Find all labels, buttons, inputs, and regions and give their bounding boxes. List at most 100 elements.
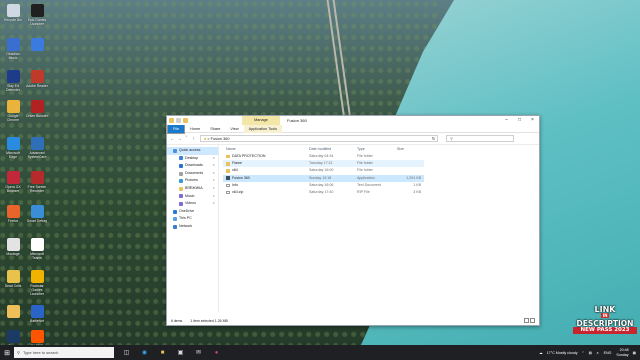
column-date[interactable]: Date modified: [309, 145, 357, 153]
desktop-icon[interactable]: Microsoft Teams: [26, 238, 48, 260]
title-bar[interactable]: Manage Fusion 360 – □ ×: [167, 116, 539, 125]
nav-item[interactable]: Music ✶: [167, 193, 218, 201]
desktop-icon-label: Opera GX Browser: [5, 185, 21, 193]
nav-item[interactable]: Quick access: [167, 147, 218, 155]
volume-icon[interactable]: ♬: [596, 351, 600, 355]
watermark-link: LINK: [594, 305, 616, 314]
nav-item[interactable]: OneDrive: [167, 208, 218, 216]
desktop-icon[interactable]: Free Screen Recorder: [26, 171, 48, 193]
desktop-icon[interactable]: Opera GX Browser: [2, 171, 24, 193]
store-icon[interactable]: ▣: [175, 347, 186, 358]
mail-icon[interactable]: ✉: [193, 347, 204, 358]
up-icon[interactable]: ↑: [190, 136, 197, 142]
tray-chevron-icon[interactable]: ⌃: [582, 351, 585, 355]
nav-item[interactable]: Desktop ✶: [167, 155, 218, 163]
column-size[interactable]: Size: [397, 145, 421, 153]
file-row[interactable]: Info Saturday 16:06 Text Document 1 KB: [223, 182, 424, 189]
pin-icon[interactable]: ✶: [212, 193, 215, 201]
desktop-icon[interactable]: Firefox: [2, 205, 24, 223]
forward-icon[interactable]: →: [176, 136, 183, 142]
close-icon[interactable]: ×: [526, 116, 539, 125]
app-icon[interactable]: ●: [211, 347, 222, 358]
desktop-icon[interactable]: Driver Booster: [26, 100, 48, 118]
desktop-icon[interactable]: Adobe Reader: [26, 70, 48, 88]
app-icon: [6, 137, 20, 150]
folder-icon: [169, 118, 174, 123]
pin-icon[interactable]: ✶: [212, 200, 215, 208]
tab-file[interactable]: File: [167, 123, 186, 134]
weather-text[interactable]: 17°C Mostly cloudy: [547, 351, 578, 355]
search-input[interactable]: ⚲: [446, 135, 514, 142]
pin-icon[interactable]: ✶: [212, 177, 215, 185]
minimize-icon[interactable]: –: [500, 116, 513, 125]
large-icons-view-icon[interactable]: [530, 318, 535, 323]
desktop-icon[interactable]: Smart Defrag: [26, 205, 48, 223]
tab-application-tools[interactable]: Application Tools: [243, 124, 283, 133]
desktop-icon[interactable]: [26, 38, 48, 52]
desktop-icon[interactable]: Advanced SystemCare: [26, 137, 48, 159]
task-view-icon[interactable]: ◫: [121, 347, 132, 358]
nav-item-icon: [179, 179, 183, 184]
system-tray: ☁ 17°C Mostly cloudy ⌃ ▤ ♬ ENG 20:48 Sun…: [535, 348, 640, 356]
desktop-icon-label: Free Screen Recorder: [27, 185, 47, 193]
file-row[interactable]: Flame Tuesday 17:21 File folder: [223, 160, 424, 168]
back-icon[interactable]: ←: [169, 136, 176, 142]
file-rows: DATA PROTECTION Saturday 04:34 File folder…: [223, 153, 539, 196]
nav-item[interactable]: Downloads ✶: [167, 162, 218, 170]
breadcrumb-current[interactable]: Fusion 360: [211, 137, 230, 141]
maximize-icon[interactable]: □: [513, 116, 526, 125]
edge-icon[interactable]: ◉: [139, 347, 150, 358]
column-name[interactable]: Name: [223, 145, 309, 153]
pin-icon[interactable]: ✶: [212, 155, 215, 163]
pin-icon[interactable]: ✶: [212, 185, 215, 193]
taskbar-search[interactable]: ⚲ Type here to search: [14, 347, 114, 358]
clock[interactable]: 20:48 Sunday: [616, 348, 628, 356]
new-folder-icon[interactable]: [183, 118, 188, 123]
desktop-icon-label: Epic Games Launcher: [27, 18, 47, 26]
address-bar[interactable]: ■ > Fusion 360 ↻: [200, 135, 438, 142]
nav-item[interactable]: Videos ✶: [167, 200, 218, 208]
nav-item[interactable]: Network: [167, 223, 218, 231]
nav-item[interactable]: Pictures ✶: [167, 177, 218, 185]
nav-item[interactable]: This PC: [167, 215, 218, 223]
properties-icon[interactable]: [176, 118, 181, 123]
nav-item[interactable]: ВЯЁЖИКА ✶: [167, 185, 218, 193]
desktop-icon[interactable]: BattleNet: [26, 305, 48, 323]
desktop-icon[interactable]: Dead Cells: [2, 270, 24, 288]
weather-icon[interactable]: ☁: [539, 351, 543, 355]
network-icon[interactable]: ▤: [589, 351, 592, 355]
tab-view[interactable]: View: [225, 125, 243, 133]
desktop-icon[interactable]: Recycle Bin: [2, 4, 24, 22]
start-icon[interactable]: ⊞: [0, 349, 14, 357]
tab-share[interactable]: Share: [205, 125, 225, 133]
language-indicator[interactable]: ENG: [604, 351, 612, 355]
column-type[interactable]: Type: [357, 145, 397, 153]
nav-item-icon: [173, 209, 177, 214]
nav-item[interactable]: Documents ✶: [167, 170, 218, 178]
desktop-icon[interactable]: Montage: [2, 238, 24, 256]
notifications-icon[interactable]: ▦: [633, 351, 636, 355]
desktop-icon[interactable]: Obsidian Music: [2, 38, 24, 60]
tab-home[interactable]: Home: [185, 125, 205, 133]
file-name-cell: DATA PROTECTION: [223, 153, 309, 160]
chevron-down-icon[interactable]: ˇ: [183, 136, 190, 142]
desktop-icon[interactable]: Epic Games Launcher: [26, 4, 48, 26]
pin-icon[interactable]: ✶: [212, 170, 215, 178]
desktop-icon[interactable]: Google Chrome: [2, 100, 24, 122]
desktop-icon[interactable]: Microsoft Edge: [2, 137, 24, 159]
file-name: Fusion 360: [232, 175, 250, 180]
manage-tab[interactable]: Manage: [242, 116, 280, 125]
file-row[interactable]: Fusion 360 Sunday 13:18 Application 1,291 K…: [223, 174, 424, 182]
desktop-icon[interactable]: [2, 305, 24, 319]
file-row[interactable]: DATA PROTECTION Saturday 04:34 File folder: [223, 153, 424, 160]
file-row[interactable]: x64.zip Saturday 17:40 RIP File 3 KB: [223, 189, 424, 196]
details-view-icon[interactable]: [524, 318, 529, 323]
app-icon: [6, 4, 20, 17]
file-explorer-icon[interactable]: ■: [157, 347, 168, 358]
desktop-icon[interactable]: Slay Ed Defender: [2, 70, 24, 92]
desktop-icon[interactable]: Rockstar Games Launcher: [26, 270, 48, 296]
file-name-cell: Flame: [223, 160, 309, 167]
pin-icon[interactable]: ✶: [212, 162, 215, 170]
file-row[interactable]: x64 Saturday 16:00 File folder: [223, 167, 424, 174]
refresh-icon[interactable]: ↻: [432, 136, 435, 142]
